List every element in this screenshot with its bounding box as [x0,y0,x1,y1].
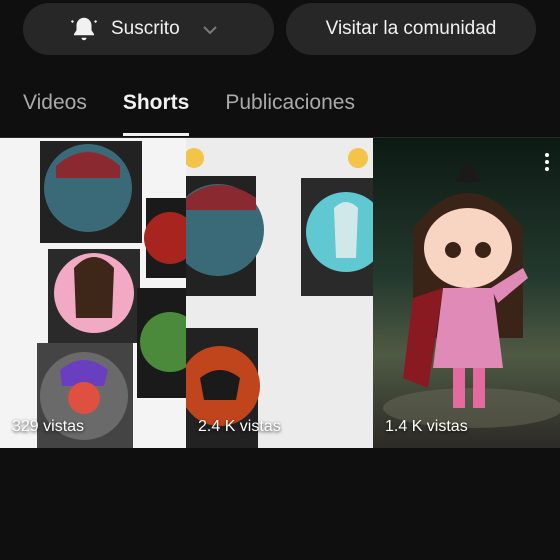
thumbnail-image [383,158,560,428]
chevron-down-icon [203,26,217,35]
thumbnail-image [186,148,373,448]
more-vertical-icon[interactable] [544,152,550,172]
channel-actions: Suscrito Visitar la comunidad [23,3,537,55]
channel-tabs: Videos Shorts Publicaciones [23,86,391,136]
short-thumbnail[interactable]: 329 vistas [0,138,186,448]
thumbnail-image [37,141,186,448]
tab-shorts[interactable]: Shorts [122,86,189,136]
tab-videos[interactable]: Videos [23,86,87,136]
short-thumbnail[interactable]: 2.4 K vistas [186,138,373,448]
short-thumbnail[interactable]: 1.4 K vistas [373,138,560,448]
subscribed-button[interactable]: Suscrito [23,3,274,55]
bell-icon [70,17,98,41]
visit-community-button[interactable]: Visitar la comunidad [286,3,536,55]
short-views: 329 vistas [12,418,85,435]
tab-publicaciones[interactable]: Publicaciones [225,86,355,136]
subscribed-label: Suscrito [111,18,180,39]
short-views: 1.4 K vistas [385,418,468,435]
shorts-grid: 329 vistas 2.4 K vistas 1.4 K vistas [0,137,560,448]
short-views: 2.4 K vistas [198,418,281,435]
